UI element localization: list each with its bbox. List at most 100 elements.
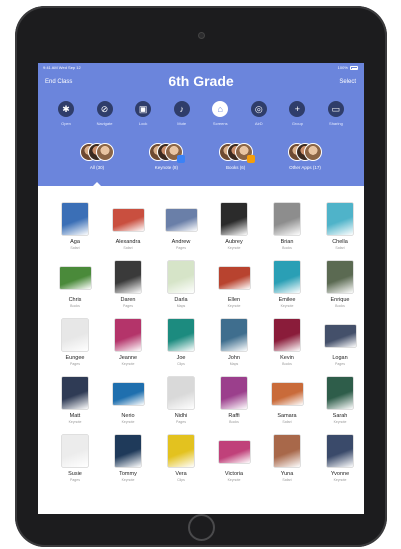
student-tile[interactable]: Ellen Keynote bbox=[209, 261, 259, 319]
student-tile[interactable]: Samara Safari bbox=[262, 377, 312, 435]
tool-label: Sharing bbox=[329, 121, 343, 126]
student-name: Kevin bbox=[280, 355, 294, 361]
compass-icon: ⊘ bbox=[96, 101, 113, 117]
tool-aird-button[interactable]: ◎ AirD bbox=[242, 101, 276, 131]
filter-1[interactable]: Keynote (8) bbox=[135, 143, 197, 183]
filter-2[interactable]: Books (6) bbox=[205, 143, 267, 183]
student-app: Books bbox=[70, 304, 80, 308]
tool-label: Mute bbox=[177, 121, 187, 126]
student-tile[interactable]: Nerio Keynote bbox=[103, 377, 153, 435]
student-app: Pages bbox=[70, 478, 80, 482]
select-button[interactable]: Select bbox=[339, 79, 356, 85]
screen-thumbnail bbox=[62, 203, 88, 235]
end-class-button[interactable]: End Class bbox=[45, 79, 72, 85]
avatar bbox=[96, 143, 114, 161]
student-app: Pages bbox=[335, 362, 345, 366]
filter-0[interactable]: All (30) bbox=[66, 143, 128, 186]
screen-thumbnail bbox=[274, 435, 300, 467]
home-button[interactable] bbox=[187, 514, 215, 541]
student-name: Enrique bbox=[330, 297, 350, 303]
tool-label: Navigate bbox=[96, 121, 113, 126]
avatar bbox=[303, 143, 322, 161]
tool-group-button[interactable]: + Group bbox=[280, 101, 314, 131]
tool-label: Screens bbox=[212, 121, 228, 126]
status-time: 9:41 AM Wed Sep 12 bbox=[43, 65, 81, 70]
screen-thumbnail bbox=[327, 203, 353, 235]
screen-thumbnail bbox=[274, 319, 300, 351]
student-tile[interactable]: Yuna Safari bbox=[262, 435, 312, 493]
student-app: Keynote bbox=[68, 420, 82, 424]
student-app: Safari bbox=[282, 478, 292, 482]
student-app: Keynote bbox=[280, 304, 294, 308]
student-tile[interactable]: Logan Pages bbox=[315, 319, 364, 377]
student-grid: Aga Safari Alexandra Safari Andrew Pages Aubre… bbox=[50, 203, 360, 493]
student-app: Keynote bbox=[227, 478, 241, 482]
student-app: Pages bbox=[123, 304, 133, 308]
student-app: Keynote bbox=[121, 420, 135, 424]
tool-screens-button[interactable]: ⌂ Screens bbox=[203, 101, 237, 131]
student-tile[interactable]: Raffi Books bbox=[209, 377, 259, 435]
screen-thumbnail bbox=[59, 267, 91, 289]
student-name: Joe bbox=[176, 355, 186, 361]
airdrop-icon: ◎ bbox=[250, 101, 267, 117]
screen-thumbnail bbox=[168, 435, 194, 467]
student-tile[interactable]: Chella Safari bbox=[315, 203, 364, 261]
student-name: Matt bbox=[69, 413, 81, 419]
student-app: Books bbox=[282, 362, 292, 366]
battery-percent: 100% bbox=[337, 65, 348, 70]
student-app: Safari bbox=[70, 246, 80, 250]
student-app: Safari bbox=[335, 246, 345, 250]
student-tile[interactable]: Nidhi Pages bbox=[156, 377, 206, 435]
tool-sharing-button[interactable]: ▭ Sharing bbox=[319, 101, 353, 131]
student-tile[interactable]: Victoria Keynote bbox=[209, 435, 259, 493]
student-app: Keynote bbox=[121, 478, 135, 482]
student-tile[interactable]: Matt Keynote bbox=[50, 377, 100, 435]
student-tile[interactable]: Sarah Keynote bbox=[315, 377, 364, 435]
screen: 9:41 AM Wed Sep 12 100% 6th Grade End Cl… bbox=[38, 63, 364, 514]
student-tile[interactable]: John Maps bbox=[209, 319, 259, 377]
camera-icon bbox=[198, 33, 204, 38]
student-tile[interactable]: Jeanne Keynote bbox=[103, 319, 153, 377]
student-app: Clips bbox=[177, 362, 185, 366]
tool-lock-button[interactable]: ▣ Lock bbox=[126, 101, 160, 131]
student-tile[interactable]: Yvonne Keynote bbox=[315, 435, 364, 493]
tool-navigate-button[interactable]: ⊘ Navigate bbox=[88, 101, 122, 131]
student-tile[interactable]: Aga Safari bbox=[50, 203, 100, 261]
tool-open-button[interactable]: ✱ Open bbox=[49, 101, 83, 131]
screen-thumbnail bbox=[274, 203, 300, 235]
student-tile[interactable]: Aubrey Keynote bbox=[209, 203, 259, 261]
app-icon bbox=[246, 155, 255, 163]
student-tile[interactable]: Alexandra Safari bbox=[103, 203, 153, 261]
tool-label: Lock bbox=[138, 121, 148, 126]
student-name: Ellen bbox=[227, 297, 241, 303]
tool-label: AirD bbox=[254, 121, 263, 126]
student-tile[interactable]: Brian Books bbox=[262, 203, 312, 261]
student-app: Books bbox=[229, 420, 239, 424]
student-tile[interactable]: Enrique Books bbox=[315, 261, 364, 319]
student-tile[interactable]: Daren Pages bbox=[103, 261, 153, 319]
screen-thumbnail bbox=[221, 377, 247, 409]
page-title: 6th Grade bbox=[168, 73, 234, 89]
student-name: Vera bbox=[175, 471, 187, 477]
student-tile[interactable]: Joe Clips bbox=[156, 319, 206, 377]
student-app: Pages bbox=[176, 246, 186, 250]
screen-thumbnail bbox=[274, 261, 300, 293]
action-toolbar: ✱ Open ⊘ Navigate ▣ Lock ♪ Mute ⌂ Screens ◎ AirD + Gr… bbox=[49, 101, 353, 131]
student-tile[interactable]: Eungee Pages bbox=[50, 319, 100, 377]
avatar-stack bbox=[218, 143, 255, 163]
student-tile[interactable]: Andrew Pages bbox=[156, 203, 206, 261]
student-name: Nerio bbox=[121, 413, 135, 419]
student-tile[interactable]: Vera Clips bbox=[156, 435, 206, 493]
student-tile[interactable]: Chris Books bbox=[50, 261, 100, 319]
filter-3[interactable]: Other Apps (17) bbox=[274, 143, 336, 183]
student-name: Victoria bbox=[224, 471, 244, 477]
student-tile[interactable]: Emilee Keynote bbox=[262, 261, 312, 319]
student-tile[interactable]: Kevin Books bbox=[262, 319, 312, 377]
student-name: Nidhi bbox=[174, 413, 188, 419]
student-name: Brian bbox=[280, 239, 294, 245]
tool-mute-button[interactable]: ♪ Mute bbox=[165, 101, 199, 131]
student-tile[interactable]: Tommy Keynote bbox=[103, 435, 153, 493]
screen-thumbnail bbox=[115, 435, 141, 467]
student-tile[interactable]: Darla Maps bbox=[156, 261, 206, 319]
student-tile[interactable]: Susie Pages bbox=[50, 435, 100, 493]
